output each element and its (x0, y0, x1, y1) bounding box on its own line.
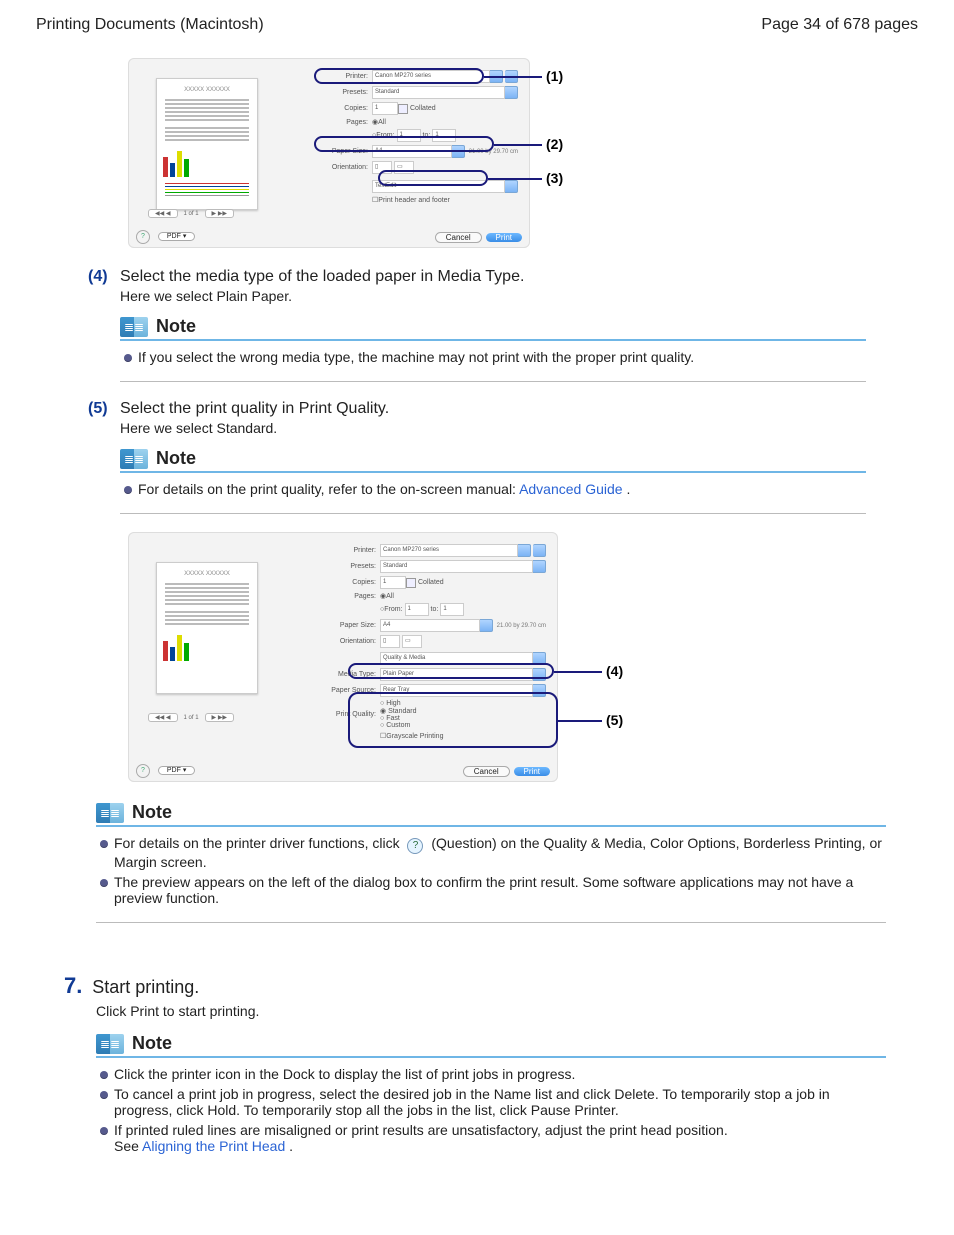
preview-title: XXXXX XXXXXX (157, 87, 257, 93)
note-title: Note (156, 316, 196, 337)
note-item: The preview appears on the left of the d… (100, 874, 882, 906)
pdf-button[interactable]: PDF ▾ (158, 232, 195, 241)
note-icon: ≣≣ (96, 1034, 124, 1054)
callout-1: (1) (546, 68, 563, 84)
note-icon: ≣≣ (120, 449, 148, 469)
step-7-title: Start printing. (92, 977, 199, 997)
note-icon: ≣≣ (96, 803, 124, 823)
advanced-guide-link[interactable]: Advanced Guide (519, 481, 623, 497)
step-5-id: (5) (88, 400, 120, 418)
note-item: Click the printer icon in the Dock to di… (100, 1066, 882, 1082)
note-title: Note (132, 802, 172, 823)
page-title: Printing Documents (Macintosh) (36, 16, 264, 34)
callout-4: (4) (606, 663, 623, 679)
step-4-text: Select the media type of the loaded pape… (120, 268, 524, 286)
note-item: For details on the print quality, refer … (124, 481, 862, 497)
step-7-sub: Click Print to start printing. (96, 1003, 926, 1019)
note-item: If you select the wrong media type, the … (124, 349, 862, 365)
collated-checkbox[interactable] (398, 104, 408, 114)
page-number: Page 34 of 678 pages (761, 16, 918, 34)
note-item: If printed ruled lines are misaligned or… (100, 1122, 882, 1154)
pdf-button[interactable]: PDF ▾ (158, 766, 195, 775)
print-button[interactable]: Print (486, 233, 522, 242)
step-4-id: (4) (88, 268, 120, 286)
note-title: Note (156, 448, 196, 469)
cancel-button[interactable]: Cancel (463, 766, 510, 777)
cancel-button[interactable]: Cancel (435, 232, 482, 243)
note-item: For details on the printer driver functi… (100, 835, 882, 870)
note-title: Note (132, 1033, 172, 1054)
step-4-sub: Here we select Plain Paper. (120, 288, 926, 304)
preview-pane: XXXXX XXXXXX (156, 78, 258, 210)
print-dialog-screenshot-2: XXXXX XXXXXX ◀◀ ◀1 of 1▶ ▶▶ Printer: Can… (128, 532, 558, 782)
note-item: To cancel a print job in progress, selec… (100, 1086, 882, 1118)
step-5-sub: Here we select Standard. (120, 420, 926, 436)
print-dialog-screenshot-1: XXXXX XXXXXX ◀◀ ◀ (128, 58, 530, 248)
aligning-print-head-link[interactable]: Aligning the Print Head (142, 1138, 285, 1154)
pager: ◀◀ ◀ 1 of 1 ▶ ▶▶ (148, 209, 234, 218)
help-button[interactable]: ? (136, 230, 150, 244)
presets-select[interactable]: Standard (372, 86, 505, 99)
callout-2: (2) (546, 136, 563, 152)
print-button[interactable]: Print (514, 767, 550, 776)
note-icon: ≣≣ (120, 317, 148, 337)
step-7-num: 7. (64, 973, 82, 999)
callout-3: (3) (546, 170, 563, 186)
callout-5: (5) (606, 712, 623, 728)
help-button[interactable]: ? (136, 764, 150, 778)
copies-input[interactable]: 1 (372, 102, 398, 115)
preview-pane: XXXXX XXXXXX (156, 562, 258, 694)
question-icon: ? (407, 838, 423, 854)
step-5-text: Select the print quality in Print Qualit… (120, 400, 389, 418)
